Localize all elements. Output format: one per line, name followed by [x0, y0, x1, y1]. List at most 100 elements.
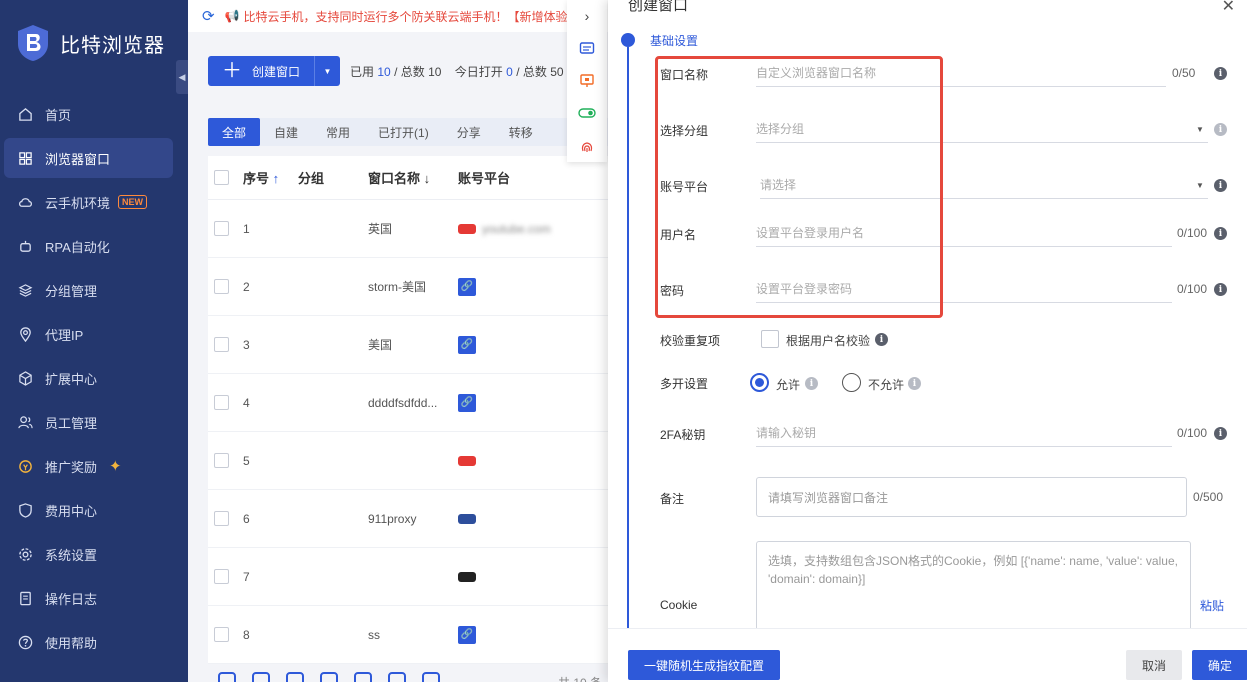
batch-action-icon[interactable] — [218, 672, 236, 682]
table-row[interactable]: 8 ss 🔗 — [208, 606, 608, 664]
info-icon[interactable]: i — [875, 333, 888, 346]
sidebar-item-home[interactable]: 首页 — [4, 94, 173, 134]
row-checkbox[interactable] — [214, 453, 229, 468]
cookie-label: Cookie — [660, 598, 698, 612]
info-icon[interactable]: i — [1214, 227, 1227, 240]
column-name[interactable]: 窗口名称 ↓ — [368, 168, 458, 187]
sidebar-item-extensions[interactable]: 扩展中心 — [4, 358, 173, 398]
batch-action-icon[interactable] — [388, 672, 406, 682]
sidebar-item-help[interactable]: 使用帮助 — [4, 622, 173, 662]
toggle-icon[interactable] — [578, 97, 596, 129]
row-checkbox[interactable] — [214, 569, 229, 584]
link-icon[interactable]: 🔗 — [458, 393, 476, 412]
column-seq[interactable]: 序号 ↑ — [243, 168, 298, 187]
cancel-button[interactable]: 取消 — [1126, 650, 1182, 680]
step-indicator — [621, 33, 635, 47]
info-icon[interactable]: i — [1214, 427, 1227, 440]
table-row[interactable]: 6 911proxy — [208, 490, 608, 548]
chevron-down-icon: ▼ — [1196, 181, 1204, 190]
sidebar-item-cloud-phone[interactable]: 云手机环境 NEW — [4, 182, 173, 222]
batch-action-icon[interactable] — [422, 672, 440, 682]
location-icon — [20, 326, 31, 342]
cookie-input[interactable]: 选填，支持数组包含JSON格式的Cookie，例如 [{'name': name… — [756, 541, 1191, 631]
table-row[interactable]: 1 英国 youtube.com — [208, 200, 608, 258]
tab-frequent[interactable]: 常用 — [312, 118, 364, 146]
deny-radio[interactable] — [842, 373, 861, 392]
batch-action-icon[interactable] — [320, 672, 338, 682]
collapse-sidebar-button[interactable]: ◀ — [176, 60, 188, 94]
twofa-label: 2FA秘钥 — [660, 428, 706, 442]
column-platform: 账号平台 — [458, 171, 511, 186]
chevron-right-icon[interactable]: › — [585, 0, 590, 32]
sidebar-item-settings[interactable]: 系统设置 — [4, 534, 173, 574]
row-checkbox[interactable] — [214, 511, 229, 526]
twofa-input[interactable]: 请输入秘钥 — [756, 419, 1172, 447]
sidebar-item-label: 首页 — [45, 107, 72, 123]
row-checkbox[interactable] — [214, 337, 229, 352]
info-icon[interactable]: i — [1214, 67, 1227, 80]
tab-self-created[interactable]: 自建 — [260, 118, 312, 146]
sidebar-item-staff[interactable]: 员工管理 — [4, 402, 173, 442]
table-row[interactable]: 3 美国 🔗 — [208, 316, 608, 374]
row-checkbox[interactable] — [214, 627, 229, 642]
row-window-name: 英国 — [368, 222, 393, 236]
allow-radio-label: 允许 — [776, 378, 801, 392]
table-row[interactable]: 5 — [208, 432, 608, 490]
row-window-name: ddddfsdfdd... — [368, 395, 438, 410]
info-icon[interactable]: i — [1214, 179, 1227, 192]
message-icon[interactable] — [579, 32, 595, 64]
select-all-checkbox[interactable] — [214, 170, 229, 185]
close-icon[interactable]: ✕ — [1222, 0, 1235, 16]
presentation-icon[interactable] — [579, 65, 595, 97]
create-window-button[interactable]: ＋ 创建窗口 — [208, 56, 315, 86]
info-icon[interactable]: i — [1214, 283, 1227, 296]
speaker-icon: 📢 — [224, 9, 240, 23]
link-icon[interactable]: 🔗 — [458, 277, 476, 296]
today-prefix: 今日打开 — [454, 64, 503, 79]
tab-transferred[interactable]: 转移 — [495, 118, 547, 146]
sidebar-item-label: 推广奖励 — [45, 459, 98, 475]
window-name-counter: 0/50 — [1172, 66, 1196, 80]
row-checkbox[interactable] — [214, 221, 229, 236]
notice-text[interactable]: 比特云手机，支持同时运行多个防关联云端手机！【新增体验 — [244, 8, 568, 25]
sidebar-item-billing[interactable]: 费用中心 — [4, 490, 173, 530]
row-platform: 🔗 — [458, 393, 578, 412]
tab-all[interactable]: 全部 — [208, 118, 261, 146]
tab-shared[interactable]: 分享 — [443, 118, 495, 146]
dedupe-checkbox[interactable] — [761, 330, 779, 348]
confirm-button[interactable]: 确定 — [1192, 650, 1247, 680]
table-row[interactable]: 2 storm-美国 🔗 — [208, 258, 608, 316]
sidebar-item-proxy[interactable]: 代理IP — [4, 314, 173, 354]
remark-input[interactable]: 请填写浏览器窗口备注 — [756, 477, 1187, 517]
link-icon[interactable]: 🔗 — [458, 335, 476, 354]
row-checkbox[interactable] — [214, 395, 229, 410]
sidebar-item-browser-windows[interactable]: 浏览器窗口 — [4, 138, 173, 178]
sidebar-item-rpa[interactable]: RPA自动化 — [4, 226, 173, 266]
used-prefix: 已用 — [350, 64, 375, 79]
table-row[interactable]: 4 ddddfsdfdd... 🔗 — [208, 374, 608, 432]
info-icon[interactable]: i — [908, 377, 921, 390]
row-checkbox[interactable] — [214, 279, 229, 294]
refresh-icon[interactable]: ⟳ — [202, 7, 215, 25]
row-seq: 8 — [243, 627, 250, 642]
shield-icon — [19, 502, 32, 518]
sidebar-item-groups[interactable]: 分组管理 — [4, 270, 173, 310]
paste-button[interactable]: 粘贴 — [1200, 597, 1224, 614]
info-icon[interactable]: i — [805, 377, 818, 390]
fingerprint-icon[interactable] — [579, 130, 595, 162]
allow-radio[interactable] — [750, 373, 769, 392]
info-icon[interactable]: i — [1214, 123, 1227, 136]
batch-action-icon[interactable] — [252, 672, 270, 682]
table-row[interactable]: 7 — [208, 548, 608, 606]
sidebar-item-logs[interactable]: 操作日志 — [4, 578, 173, 618]
create-window-dropdown-button[interactable]: ▼ — [314, 56, 341, 86]
today-count: 0 — [506, 64, 513, 79]
link-icon[interactable]: 🔗 — [458, 625, 476, 644]
batch-action-icon[interactable] — [286, 672, 304, 682]
generate-fingerprint-button[interactable]: 一键随机生成指纹配置 — [628, 650, 780, 680]
tab-opened[interactable]: 已打开(1) — [364, 118, 443, 146]
batch-action-icon[interactable] — [354, 672, 372, 682]
row-seq: 3 — [243, 337, 250, 352]
sidebar-item-rewards[interactable]: 推广奖励 ✦ — [4, 446, 173, 486]
pagination-total: 共 10 条 — [558, 674, 602, 682]
